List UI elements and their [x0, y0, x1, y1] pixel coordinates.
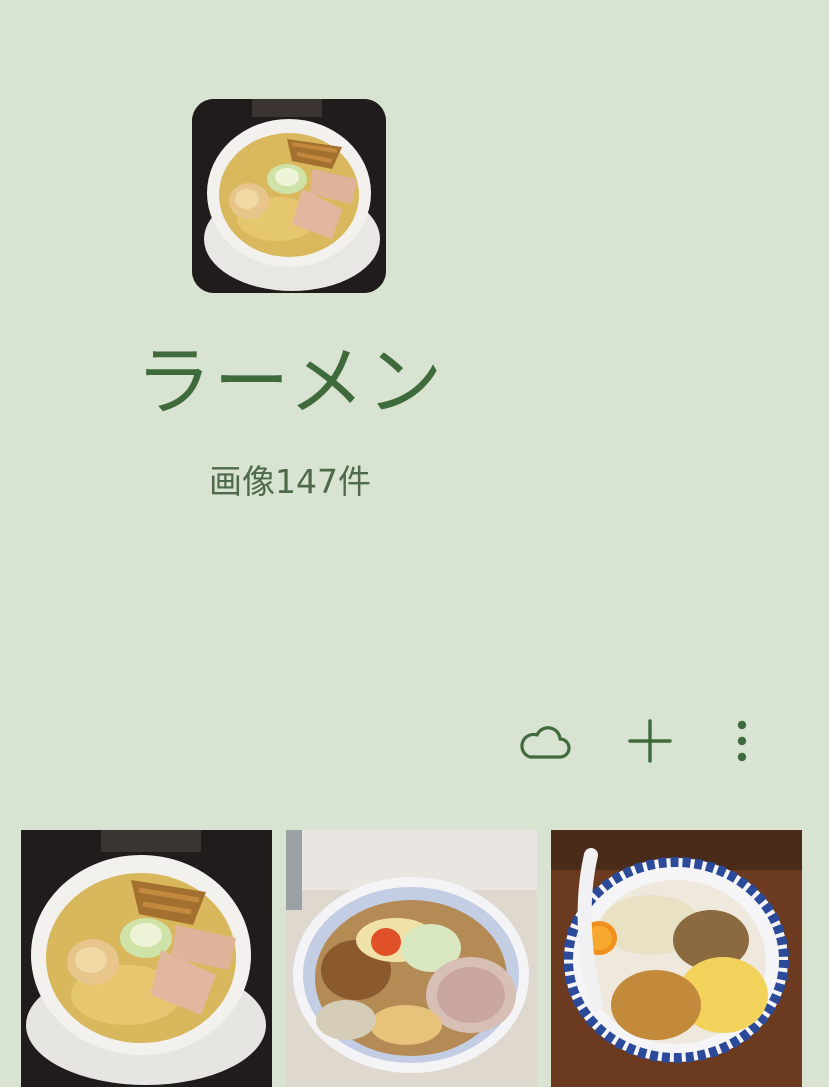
- mazesoba-photo: [286, 830, 537, 1087]
- ramen-photo-cover: [192, 99, 386, 293]
- album-title: ラーメン: [135, 337, 445, 426]
- abura-soba-photo: [551, 830, 802, 1087]
- add-button[interactable]: [615, 713, 685, 769]
- photo-thumbnail[interactable]: [551, 830, 802, 1087]
- cloud-button[interactable]: [510, 713, 580, 769]
- album-cover[interactable]: [192, 99, 386, 293]
- shio-ramen-photo: [21, 830, 272, 1087]
- album-toolbar: [510, 713, 790, 769]
- photo-thumbnail[interactable]: [21, 830, 272, 1087]
- cloud-icon: [520, 726, 571, 759]
- image-count: 画像147件: [209, 462, 371, 501]
- more-options-button[interactable]: [707, 713, 777, 769]
- plus-icon: [628, 719, 672, 763]
- photo-thumbnail[interactable]: [286, 830, 537, 1087]
- more-vert-icon: [737, 720, 747, 762]
